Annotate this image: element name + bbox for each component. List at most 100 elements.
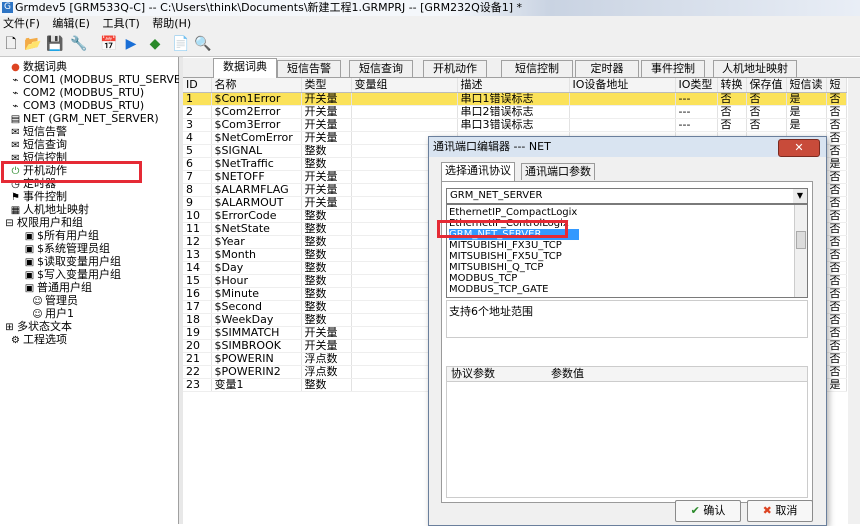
menu-tools[interactable]: 工具(T) [102,16,139,32]
table-cell: 14 [183,261,212,275]
table-cell: 整数 [301,248,352,262]
dropdown-option[interactable]: MITSUBISHI_FX5U_TCP [449,251,562,262]
protocol-combo[interactable]: GRM_NET_SERVER ▼ [446,188,808,204]
table-cell: 否 [826,326,847,340]
column-header[interactable]: 名称 [211,78,302,93]
dropdown-option[interactable]: EthernetIP_CompactLogix [449,207,577,218]
dropdown-option[interactable]: MODBUS_TCP [449,273,517,284]
tab-event-control[interactable]: 事件控制 [641,60,705,77]
document-icon[interactable]: 📄 [172,35,190,53]
tree-item-com2[interactable]: ⌁ COM2 (MODBUS_RTU) [10,86,144,99]
new-file-icon[interactable]: 🗋 [2,35,20,53]
table-cell: 开关量 [301,131,352,145]
dropdown-scroll-thumb[interactable] [796,231,806,249]
table-cell: $Month [211,248,302,262]
tree-item-admin[interactable]: ☺ 管理员 [32,294,78,307]
table-cell: 13 [183,248,212,262]
play-icon[interactable]: ▶ [122,35,140,53]
save-icon[interactable]: 💾 [46,35,64,53]
table-cell: 串口3错误标志 [457,118,570,132]
table-cell: 整数 [301,313,352,327]
menu-help[interactable]: 帮助(H) [152,16,191,32]
tree-item-com1[interactable]: ⌁ COM1 (MODBUS_RTU_SERVER) [10,73,192,86]
column-header[interactable]: 类型 [301,78,352,93]
table-cell: $Day [211,261,302,275]
tab-power-on[interactable]: 开机动作 [423,60,487,77]
table-cell: 否 [826,144,847,158]
column-header[interactable]: 短信读 [786,78,827,93]
table-cell: 整数 [301,209,352,223]
tree-item-multistate-text[interactable]: ⊞ 多状态文本 [4,320,72,333]
tab-hmi-map[interactable]: 人机地址映射 [713,60,797,77]
table-row[interactable]: 3 $Com3Error 开关量 串口3错误标志 --- 否否是否 [183,118,847,132]
tree-item-normal-group[interactable]: ▣ 普通用户组 [24,281,92,294]
dropdown-scrollbar[interactable] [794,205,807,297]
calendar-icon[interactable]: 📅 [100,35,118,53]
tree-item-read-group[interactable]: ▣ $读取变量用户组 [24,255,121,268]
connect-icon[interactable]: ◆ [146,35,164,53]
tree-item-sms-alarm[interactable]: ✉ 短信告警 [10,125,67,138]
table-cell: $NetTraffic [211,157,302,171]
table-cell: --- [675,118,718,132]
tree-item-admin-group[interactable]: ▣ $系统管理员组 [24,242,110,255]
table-cell: 否 [826,274,847,288]
tab-data-dictionary[interactable]: 数据词典 [213,58,277,78]
table-cell: 浮点数 [301,365,352,379]
table-cell [351,92,458,106]
search-icon[interactable]: 🔍 [194,35,212,53]
table-cell: 否 [826,248,847,262]
column-header[interactable]: 变量组 [351,78,458,93]
tree-item-write-group[interactable]: ▣ $写入变量用户组 [24,268,121,281]
table-cell: 10 [183,209,212,223]
tree-item-hmi-map[interactable]: ▦ 人机地址映射 [10,203,89,216]
tree-item-project-options[interactable]: ⚙ 工程选项 [10,333,67,346]
tab-select-protocol[interactable]: 选择通讯协议 [441,162,515,181]
dialog-title: 通讯端口编辑器 --- NET [433,140,551,153]
toolbar: 🗋 📂 💾 🔧 📅 ▶ ◆ 📄 🔍 [0,32,860,57]
chevron-down-icon[interactable]: ▼ [793,189,807,203]
tree-item-event-control[interactable]: ⚑ 事件控制 [10,190,67,203]
tab-sms-alarm[interactable]: 短信告警 [277,60,341,77]
tab-sms-control[interactable]: 短信控制 [501,60,573,77]
params-col-value: 参数值 [551,367,584,380]
cancel-button[interactable]: ✖ 取消 [747,500,813,522]
table-cell: 否 [826,196,847,210]
table-row[interactable]: 1 $Com1Error 开关量 串口1错误标志 --- 否否是否 [183,92,847,106]
table-row[interactable]: 2 $Com2Error 开关量 串口2错误标志 --- 否否是否 [183,105,847,119]
tree-item-user1[interactable]: ☺ 用户1 [32,307,74,320]
tab-port-params[interactable]: 通讯端口参数 [521,163,595,180]
table-cell: $Com1Error [211,92,302,106]
table-cell: $NetComError [211,131,302,145]
dropdown-option[interactable]: MITSUBISHI_Q_TCP [449,262,543,273]
cross-icon: ✖ [762,504,772,517]
tab-timer[interactable]: 定时器 [575,60,639,77]
dropdown-option[interactable]: MODBUS_TCP_GATE [449,284,549,295]
column-header[interactable]: ID [183,78,212,93]
table-cell: 开关量 [301,196,352,210]
table-cell: 15 [183,274,212,288]
open-folder-icon[interactable]: 📂 [24,35,42,53]
column-header[interactable]: IO设备地址 [569,78,676,93]
table-cell: 8 [183,183,212,197]
tree-item-sms-query[interactable]: ✉ 短信查询 [10,138,67,151]
menu-edit[interactable]: 编辑(E) [52,16,90,32]
wrench-icon[interactable]: 🔧 [70,35,88,53]
close-icon[interactable]: ✕ [778,139,820,157]
dropdown-option[interactable]: MITSUBISHI_FX3U_TCP [449,240,562,251]
ok-button[interactable]: ✔ 确认 [675,500,741,522]
column-header[interactable]: IO类型 [675,78,718,93]
column-header[interactable]: 短 [826,78,847,93]
column-header[interactable]: 转换 [717,78,747,93]
tree-item-com3[interactable]: ⌁ COM3 (MODBUS_RTU) [10,99,144,112]
table-cell: $ALARMOUT [211,196,302,210]
column-header[interactable]: 描述 [457,78,570,93]
tree-item-data-dictionary[interactable]: ● 数据词典 [10,60,67,73]
tab-sms-query[interactable]: 短信查询 [349,60,413,77]
table-scrollbar[interactable] [848,78,860,524]
tree-item-all-users[interactable]: ▣ $所有用户组 [24,229,99,242]
menu-file[interactable]: 文件(F) [3,16,40,32]
port-editor-dialog: 通讯端口编辑器 --- NET ✕ 选择通讯协议 通讯端口参数 GRM_NET_… [428,136,827,526]
tree-item-net[interactable]: ▤ NET (GRM_NET_SERVER) [10,112,159,125]
column-header[interactable]: 保存值 [746,78,787,93]
tree-item-users-groups[interactable]: ⊟ 权限用户和组 [4,216,83,229]
